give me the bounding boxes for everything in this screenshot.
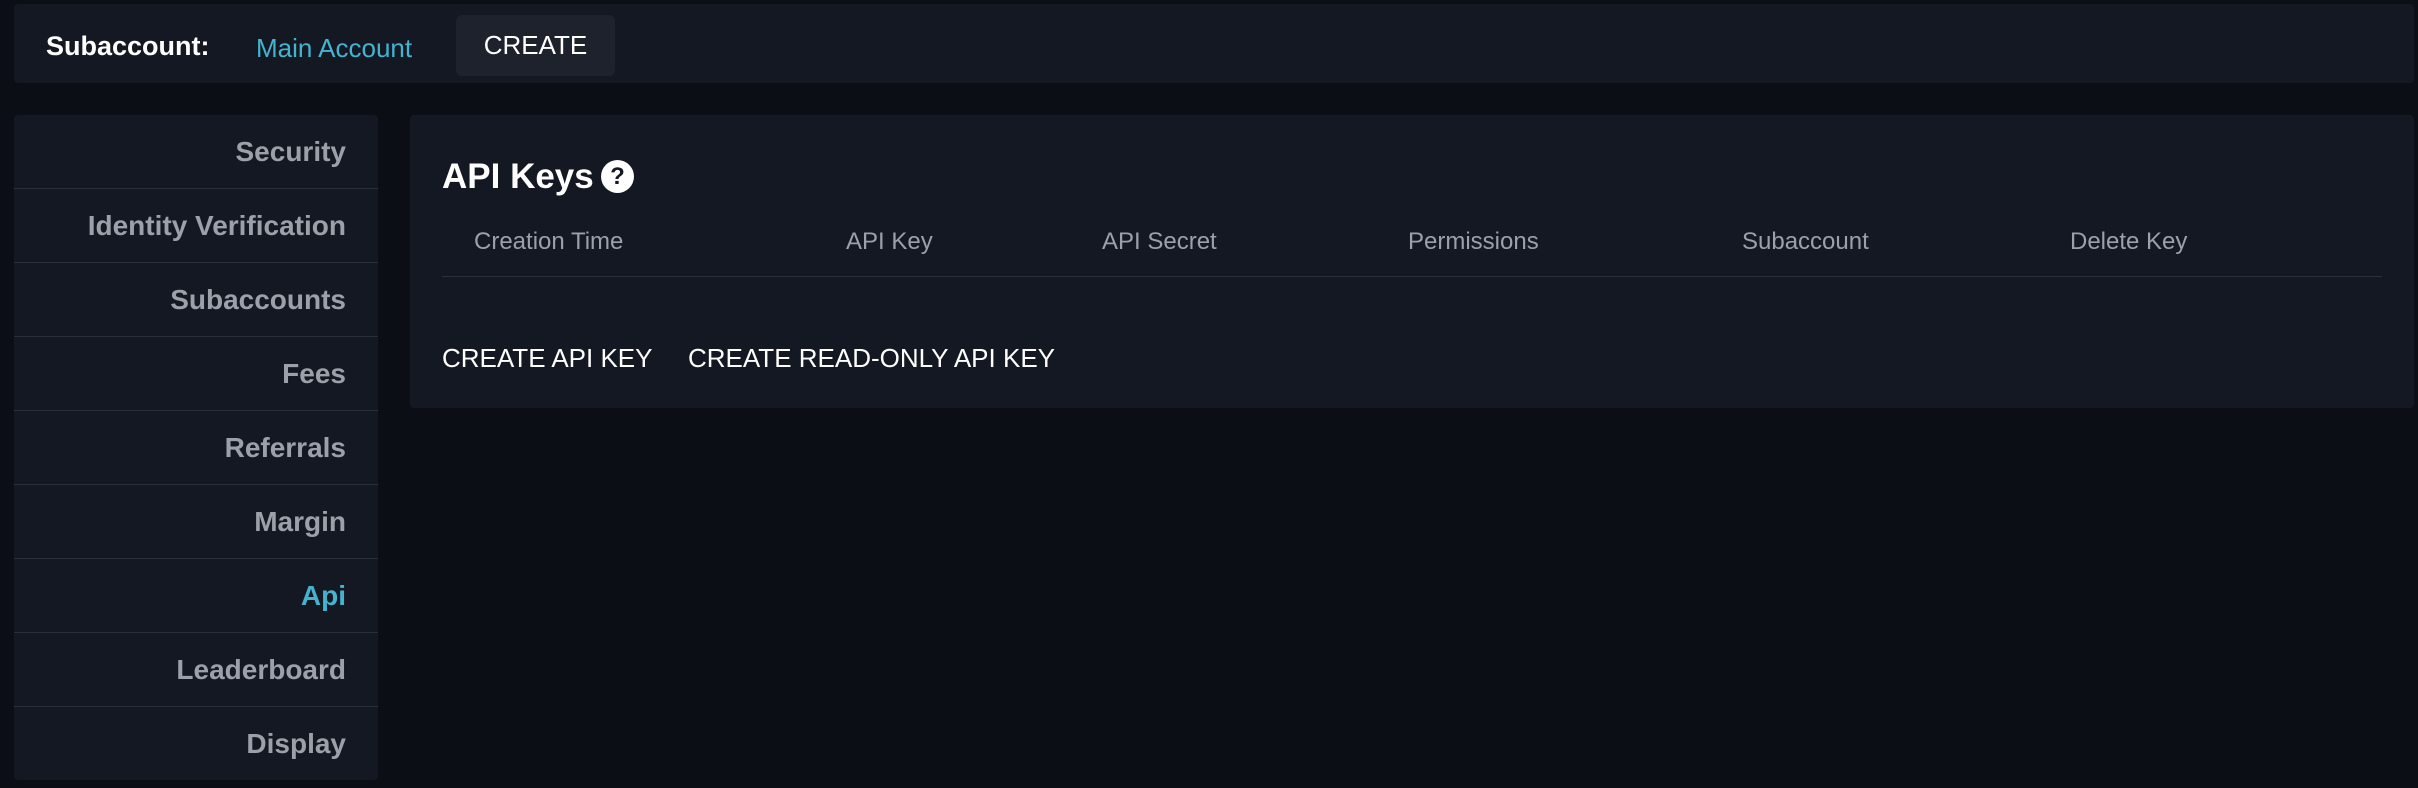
- create-readonly-api-key-button[interactable]: CREATE READ-ONLY API KEY: [688, 343, 1055, 374]
- create-api-key-button[interactable]: CREATE API KEY: [442, 343, 652, 374]
- sidebar-item-label: Fees: [282, 357, 346, 389]
- sidebar-item-margin[interactable]: Margin: [14, 485, 378, 559]
- column-header-subaccount: Subaccount: [1742, 228, 1869, 255]
- api-keys-panel: API Keys ? Creation Time API Key API Sec…: [410, 115, 2414, 408]
- question-circle-icon[interactable]: ?: [601, 160, 634, 193]
- sidebar-item-subaccounts[interactable]: Subaccounts: [14, 263, 378, 337]
- sidebar-item-leaderboard[interactable]: Leaderboard: [14, 633, 378, 707]
- sidebar-item-display[interactable]: Display: [14, 707, 378, 780]
- sidebar-item-label: Referrals: [224, 431, 346, 463]
- sidebar-item-label: Security: [235, 135, 347, 167]
- page-title: API Keys: [442, 157, 594, 196]
- sidebar-item-referrals[interactable]: Referrals: [14, 411, 378, 485]
- create-subaccount-button[interactable]: CREATE: [456, 15, 615, 76]
- subaccount-label: Subaccount:: [46, 31, 210, 61]
- column-header-api-secret: API Secret: [1102, 228, 1217, 255]
- sidebar-item-label: Subaccounts: [170, 283, 346, 315]
- sidebar-item-label: Api: [300, 579, 346, 611]
- column-header-delete-key: Delete Key: [2070, 228, 2188, 255]
- sidebar-item-label: Margin: [254, 505, 346, 537]
- main-account-link[interactable]: Main Account: [256, 33, 412, 64]
- sidebar-item-security[interactable]: Security: [14, 115, 378, 189]
- settings-sidebar: Security Identity Verification Subaccoun…: [14, 115, 378, 780]
- sidebar-item-api[interactable]: Api: [14, 559, 378, 633]
- column-header-api-key: API Key: [846, 228, 933, 255]
- subaccount-bar: Subaccount: Main Account CREATE: [14, 4, 2414, 83]
- column-header-permissions: Permissions: [1408, 228, 1539, 255]
- sidebar-item-label: Display: [246, 728, 346, 759]
- sidebar-item-identity-verification[interactable]: Identity Verification: [14, 189, 378, 263]
- sidebar-item-label: Leaderboard: [176, 653, 346, 685]
- sidebar-item-label: Identity Verification: [87, 209, 346, 241]
- sidebar-item-fees[interactable]: Fees: [14, 337, 378, 411]
- api-keys-table-header: Creation Time API Key API Secret Permiss…: [442, 228, 2382, 277]
- column-header-creation-time: Creation Time: [474, 228, 624, 255]
